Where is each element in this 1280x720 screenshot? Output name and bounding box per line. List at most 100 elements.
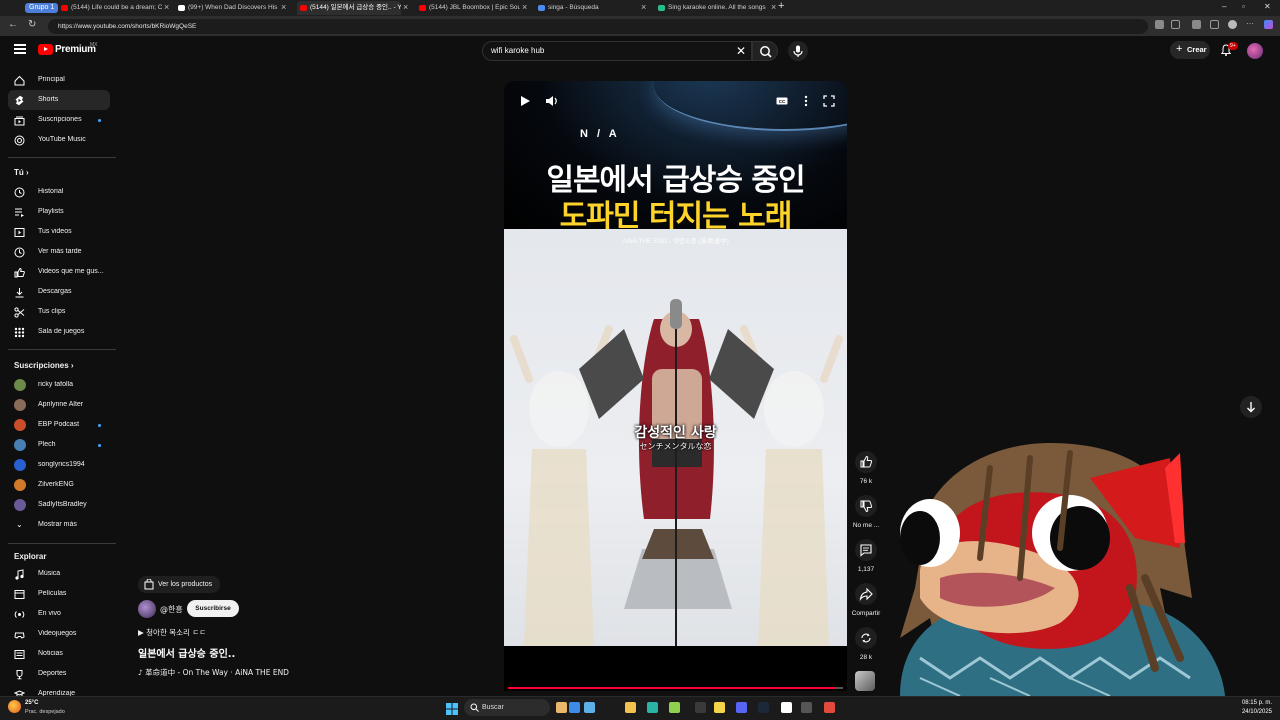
fullscreen-icon[interactable] [822, 94, 836, 108]
sidebar-item-ver-más-tarde[interactable]: Ver más tarde [8, 242, 110, 262]
sidebar-item-zilverkeng[interactable]: ZilverkENG [8, 475, 110, 495]
clock-date[interactable]: 24/10/2025 [1238, 709, 1272, 715]
search-box[interactable]: wifi karoke hub ✕ [482, 41, 752, 61]
you-section-heading[interactable]: Tú › [14, 168, 29, 177]
sidebar-item-descargas[interactable]: Descargas [8, 282, 110, 302]
subscriptions-section-heading[interactable]: Suscripciones › [14, 361, 74, 370]
audio-thumbnail[interactable] [855, 671, 875, 691]
new-tab-button[interactable]: + [778, 0, 784, 12]
remix-button[interactable]: 28 k [851, 627, 881, 661]
create-button[interactable]: + Crear [1170, 41, 1210, 59]
explore-section-heading[interactable]: Explorar [14, 552, 46, 561]
paint-app-icon[interactable] [556, 702, 567, 713]
favorites-icon[interactable] [1210, 20, 1219, 29]
comments-button[interactable]: 1,137 [851, 539, 881, 573]
captions-icon[interactable]: CC [775, 94, 789, 108]
weather-temperature[interactable]: 25°C [25, 700, 38, 706]
subscribe-button[interactable]: Suscribirse [187, 600, 239, 617]
vpn-app-icon[interactable] [669, 702, 680, 713]
photos-icon[interactable] [584, 702, 595, 713]
sidebar-item-música[interactable]: Música [8, 564, 110, 584]
music-attribution[interactable]: ♪ 革命道中 - On The Way · AiNA THE END [138, 667, 289, 678]
back-icon[interactable]: ← [8, 19, 18, 30]
search-button[interactable] [752, 41, 778, 61]
sidebar-item-shorts[interactable]: Shorts [8, 90, 110, 110]
sidebar-item-deportes[interactable]: Deportes [8, 664, 110, 684]
sidebar-item-sala-de-juegos[interactable]: Sala de juegos [8, 322, 110, 342]
next-short-button[interactable] [1240, 396, 1262, 418]
close-window-icon[interactable]: ✕ [1264, 2, 1271, 11]
sidebar-item-principal[interactable]: Principal [8, 70, 110, 90]
browser-tab[interactable]: singa - Búsqueda [535, 1, 639, 15]
edge-copilot-icon[interactable] [569, 702, 580, 713]
share-button[interactable]: Compartir [851, 583, 881, 617]
minimize-icon[interactable]: – [1222, 2, 1226, 11]
bookmark-star-icon[interactable] [1171, 20, 1180, 29]
discord-icon[interactable] [736, 702, 747, 713]
video-progress-bar[interactable] [508, 687, 843, 689]
sidebar-item-aprilynne-alter[interactable]: Aprilynne Alter [8, 395, 110, 415]
tab-close-icon[interactable]: × [164, 2, 169, 12]
sidebar-item-plech[interactable]: Plech [8, 435, 110, 455]
sidebar-item-ricky-tafolla[interactable]: ricky tafolla [8, 375, 110, 395]
extension-icon[interactable] [1192, 20, 1201, 29]
profile-icon[interactable] [1228, 20, 1237, 29]
sidebar-item-playlists[interactable]: Playlists [8, 202, 110, 222]
sidebar-item-mostrar-más[interactable]: ⌄ Mostrar más [8, 515, 110, 535]
notes-icon[interactable] [714, 702, 725, 713]
tab-close-icon[interactable]: × [522, 2, 527, 12]
address-bar[interactable]: https://www.youtube.com/shorts/bKRioWgQe… [48, 19, 1148, 34]
more-options-icon[interactable] [799, 94, 813, 108]
sidebar-item-videojuegos[interactable]: Videojuegos [8, 624, 110, 644]
channel-name[interactable]: @한흥 [160, 604, 183, 615]
browser-menu-icon[interactable]: ··· [1246, 20, 1255, 29]
tab-group-chip[interactable]: Grupo 1 [25, 3, 59, 13]
sidebar-item-noticias[interactable]: Noticias [8, 644, 110, 664]
chrome-icon[interactable] [824, 702, 835, 713]
dislike-button[interactable]: No me ... [851, 495, 881, 529]
browser-tab[interactable]: Sing karaoke online. All the songs [655, 1, 769, 15]
obs-icon[interactable] [781, 702, 792, 713]
clear-search-icon[interactable]: ✕ [736, 44, 746, 58]
account-avatar[interactable] [1247, 43, 1263, 59]
tab-close-icon[interactable]: × [281, 2, 286, 12]
sidebar-item-tus-videos[interactable]: Tus videos [8, 222, 110, 242]
browser-tab[interactable]: (99+) When Dad Discovers His Da [175, 1, 279, 15]
sidebar-item-en-vivo[interactable]: En vivo [8, 604, 110, 624]
short-title[interactable]: 일본에서 급상승 중인.. [138, 645, 235, 660]
sidebar-item-tus-clips[interactable]: Tus clips [8, 302, 110, 322]
file-explorer-icon[interactable] [625, 702, 636, 713]
browser-tab[interactable]: (5144) JBL Boombox | Epic Sound [416, 1, 520, 15]
sidebar-item-películas[interactable]: Películas [8, 584, 110, 604]
edge-browser-icon[interactable] [647, 702, 658, 713]
clock-time[interactable]: 08:15 p. m. [1238, 700, 1272, 706]
sidebar-item-songlyrics1994[interactable]: songlyrics1994 [8, 455, 110, 475]
media-app-icon[interactable] [801, 702, 812, 713]
tab-close-icon[interactable]: × [771, 2, 776, 12]
tab-close-icon[interactable]: × [403, 2, 408, 12]
taskbar-search[interactable]: Buscar [464, 699, 550, 716]
steam-icon[interactable] [758, 702, 769, 713]
volume-icon[interactable] [545, 94, 559, 108]
copilot-icon[interactable] [1264, 20, 1273, 29]
sidebar-item-ebp-podcast[interactable]: EBP Podcast [8, 415, 110, 435]
windows-start-icon[interactable] [446, 702, 458, 715]
like-button[interactable]: 76 k [851, 451, 881, 485]
weather-description[interactable]: Prac. despejado [25, 709, 65, 715]
reload-icon[interactable]: ↻ [28, 19, 36, 30]
maximize-icon[interactable]: ▫ [1242, 2, 1245, 11]
terminal-icon[interactable] [695, 702, 706, 713]
browser-tab[interactable]: (5144) Life could be a dream; Cas [58, 1, 162, 15]
channel-avatar[interactable] [138, 600, 156, 618]
search-input[interactable]: wifi karoke hub [491, 46, 544, 55]
browser-tab[interactable]: (5144) 일본에서 급상승 중인.. - Yo [297, 1, 401, 15]
voice-search-button[interactable] [788, 41, 808, 61]
install-app-icon[interactable] [1155, 20, 1164, 29]
sidebar-item-suscripciones[interactable]: Suscripciones [8, 110, 110, 130]
hamburger-menu-icon[interactable] [14, 44, 26, 54]
weather-icon[interactable] [8, 700, 21, 713]
play-icon[interactable] [518, 94, 532, 108]
view-products-chip[interactable]: Ver los productos [138, 576, 220, 593]
sidebar-item-videos-que-me-gus[interactable]: Videos que me gus... [8, 262, 110, 282]
sidebar-item-historial[interactable]: Historial [8, 182, 110, 202]
